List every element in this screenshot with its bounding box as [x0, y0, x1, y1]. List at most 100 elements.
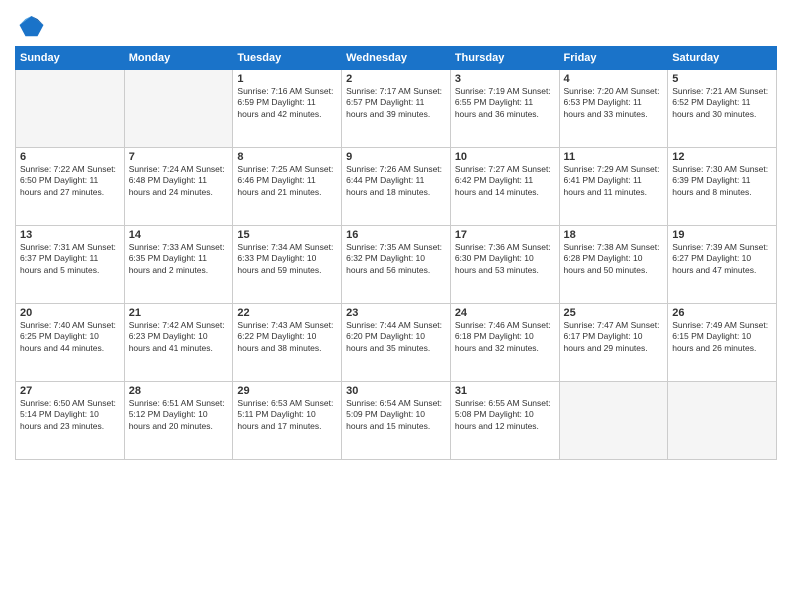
day-number: 13	[20, 229, 120, 241]
week-row-3: 13Sunrise: 7:31 AM Sunset: 6:37 PM Dayli…	[16, 226, 777, 304]
day-info: Sunrise: 7:46 AM Sunset: 6:18 PM Dayligh…	[455, 320, 555, 354]
day-info: Sunrise: 7:39 AM Sunset: 6:27 PM Dayligh…	[672, 242, 772, 276]
day-number: 4	[564, 73, 664, 85]
day-cell: 18Sunrise: 7:38 AM Sunset: 6:28 PM Dayli…	[559, 226, 668, 304]
day-info: Sunrise: 7:40 AM Sunset: 6:25 PM Dayligh…	[20, 320, 120, 354]
day-cell: 12Sunrise: 7:30 AM Sunset: 6:39 PM Dayli…	[668, 148, 777, 226]
day-cell	[124, 70, 233, 148]
day-info: Sunrise: 7:49 AM Sunset: 6:15 PM Dayligh…	[672, 320, 772, 354]
day-number: 30	[346, 385, 446, 397]
day-number: 20	[20, 307, 120, 319]
col-header-sunday: Sunday	[16, 47, 125, 70]
col-header-thursday: Thursday	[450, 47, 559, 70]
day-number: 9	[346, 151, 446, 163]
day-cell: 23Sunrise: 7:44 AM Sunset: 6:20 PM Dayli…	[342, 304, 451, 382]
day-info: Sunrise: 7:19 AM Sunset: 6:55 PM Dayligh…	[455, 86, 555, 120]
day-info: Sunrise: 6:54 AM Sunset: 5:09 PM Dayligh…	[346, 398, 446, 432]
page: SundayMondayTuesdayWednesdayThursdayFrid…	[0, 0, 792, 612]
day-cell: 17Sunrise: 7:36 AM Sunset: 6:30 PM Dayli…	[450, 226, 559, 304]
day-info: Sunrise: 6:50 AM Sunset: 5:14 PM Dayligh…	[20, 398, 120, 432]
day-number: 3	[455, 73, 555, 85]
day-number: 19	[672, 229, 772, 241]
day-cell: 28Sunrise: 6:51 AM Sunset: 5:12 PM Dayli…	[124, 382, 233, 460]
day-info: Sunrise: 7:30 AM Sunset: 6:39 PM Dayligh…	[672, 164, 772, 198]
day-info: Sunrise: 7:17 AM Sunset: 6:57 PM Dayligh…	[346, 86, 446, 120]
day-info: Sunrise: 7:24 AM Sunset: 6:48 PM Dayligh…	[129, 164, 229, 198]
day-cell: 10Sunrise: 7:27 AM Sunset: 6:42 PM Dayli…	[450, 148, 559, 226]
day-info: Sunrise: 7:31 AM Sunset: 6:37 PM Dayligh…	[20, 242, 120, 276]
day-cell: 6Sunrise: 7:22 AM Sunset: 6:50 PM Daylig…	[16, 148, 125, 226]
day-info: Sunrise: 6:55 AM Sunset: 5:08 PM Dayligh…	[455, 398, 555, 432]
day-info: Sunrise: 7:47 AM Sunset: 6:17 PM Dayligh…	[564, 320, 664, 354]
day-cell: 31Sunrise: 6:55 AM Sunset: 5:08 PM Dayli…	[450, 382, 559, 460]
day-cell: 15Sunrise: 7:34 AM Sunset: 6:33 PM Dayli…	[233, 226, 342, 304]
day-info: Sunrise: 7:33 AM Sunset: 6:35 PM Dayligh…	[129, 242, 229, 276]
day-number: 15	[237, 229, 337, 241]
day-number: 25	[564, 307, 664, 319]
day-number: 29	[237, 385, 337, 397]
day-info: Sunrise: 7:27 AM Sunset: 6:42 PM Dayligh…	[455, 164, 555, 198]
week-row-1: 1Sunrise: 7:16 AM Sunset: 6:59 PM Daylig…	[16, 70, 777, 148]
day-info: Sunrise: 7:35 AM Sunset: 6:32 PM Dayligh…	[346, 242, 446, 276]
day-number: 17	[455, 229, 555, 241]
day-number: 8	[237, 151, 337, 163]
col-header-wednesday: Wednesday	[342, 47, 451, 70]
day-cell: 29Sunrise: 6:53 AM Sunset: 5:11 PM Dayli…	[233, 382, 342, 460]
col-header-saturday: Saturday	[668, 47, 777, 70]
day-info: Sunrise: 7:38 AM Sunset: 6:28 PM Dayligh…	[564, 242, 664, 276]
day-info: Sunrise: 7:42 AM Sunset: 6:23 PM Dayligh…	[129, 320, 229, 354]
day-number: 6	[20, 151, 120, 163]
logo	[15, 10, 49, 40]
week-row-5: 27Sunrise: 6:50 AM Sunset: 5:14 PM Dayli…	[16, 382, 777, 460]
day-number: 12	[672, 151, 772, 163]
day-number: 27	[20, 385, 120, 397]
day-number: 23	[346, 307, 446, 319]
day-number: 18	[564, 229, 664, 241]
day-cell: 26Sunrise: 7:49 AM Sunset: 6:15 PM Dayli…	[668, 304, 777, 382]
day-cell: 19Sunrise: 7:39 AM Sunset: 6:27 PM Dayli…	[668, 226, 777, 304]
day-cell: 8Sunrise: 7:25 AM Sunset: 6:46 PM Daylig…	[233, 148, 342, 226]
day-info: Sunrise: 7:21 AM Sunset: 6:52 PM Dayligh…	[672, 86, 772, 120]
day-cell: 27Sunrise: 6:50 AM Sunset: 5:14 PM Dayli…	[16, 382, 125, 460]
day-number: 7	[129, 151, 229, 163]
day-number: 10	[455, 151, 555, 163]
day-number: 22	[237, 307, 337, 319]
day-number: 26	[672, 307, 772, 319]
day-cell: 30Sunrise: 6:54 AM Sunset: 5:09 PM Dayli…	[342, 382, 451, 460]
day-info: Sunrise: 6:53 AM Sunset: 5:11 PM Dayligh…	[237, 398, 337, 432]
day-cell: 24Sunrise: 7:46 AM Sunset: 6:18 PM Dayli…	[450, 304, 559, 382]
day-info: Sunrise: 7:43 AM Sunset: 6:22 PM Dayligh…	[237, 320, 337, 354]
day-number: 5	[672, 73, 772, 85]
day-cell: 3Sunrise: 7:19 AM Sunset: 6:55 PM Daylig…	[450, 70, 559, 148]
day-info: Sunrise: 7:34 AM Sunset: 6:33 PM Dayligh…	[237, 242, 337, 276]
day-info: Sunrise: 7:16 AM Sunset: 6:59 PM Dayligh…	[237, 86, 337, 120]
header	[15, 10, 777, 40]
day-cell: 16Sunrise: 7:35 AM Sunset: 6:32 PM Dayli…	[342, 226, 451, 304]
col-header-friday: Friday	[559, 47, 668, 70]
day-cell: 20Sunrise: 7:40 AM Sunset: 6:25 PM Dayli…	[16, 304, 125, 382]
day-cell: 2Sunrise: 7:17 AM Sunset: 6:57 PM Daylig…	[342, 70, 451, 148]
day-cell: 11Sunrise: 7:29 AM Sunset: 6:41 PM Dayli…	[559, 148, 668, 226]
day-cell	[559, 382, 668, 460]
day-info: Sunrise: 7:26 AM Sunset: 6:44 PM Dayligh…	[346, 164, 446, 198]
day-number: 21	[129, 307, 229, 319]
day-cell: 7Sunrise: 7:24 AM Sunset: 6:48 PM Daylig…	[124, 148, 233, 226]
day-cell	[668, 382, 777, 460]
day-cell: 13Sunrise: 7:31 AM Sunset: 6:37 PM Dayli…	[16, 226, 125, 304]
day-number: 14	[129, 229, 229, 241]
day-cell: 25Sunrise: 7:47 AM Sunset: 6:17 PM Dayli…	[559, 304, 668, 382]
day-cell: 21Sunrise: 7:42 AM Sunset: 6:23 PM Dayli…	[124, 304, 233, 382]
day-cell: 5Sunrise: 7:21 AM Sunset: 6:52 PM Daylig…	[668, 70, 777, 148]
day-info: Sunrise: 7:44 AM Sunset: 6:20 PM Dayligh…	[346, 320, 446, 354]
day-cell	[16, 70, 125, 148]
day-info: Sunrise: 7:36 AM Sunset: 6:30 PM Dayligh…	[455, 242, 555, 276]
day-number: 16	[346, 229, 446, 241]
day-info: Sunrise: 7:29 AM Sunset: 6:41 PM Dayligh…	[564, 164, 664, 198]
day-number: 24	[455, 307, 555, 319]
header-row: SundayMondayTuesdayWednesdayThursdayFrid…	[16, 47, 777, 70]
day-cell: 1Sunrise: 7:16 AM Sunset: 6:59 PM Daylig…	[233, 70, 342, 148]
col-header-tuesday: Tuesday	[233, 47, 342, 70]
col-header-monday: Monday	[124, 47, 233, 70]
logo-icon	[15, 10, 45, 40]
week-row-4: 20Sunrise: 7:40 AM Sunset: 6:25 PM Dayli…	[16, 304, 777, 382]
